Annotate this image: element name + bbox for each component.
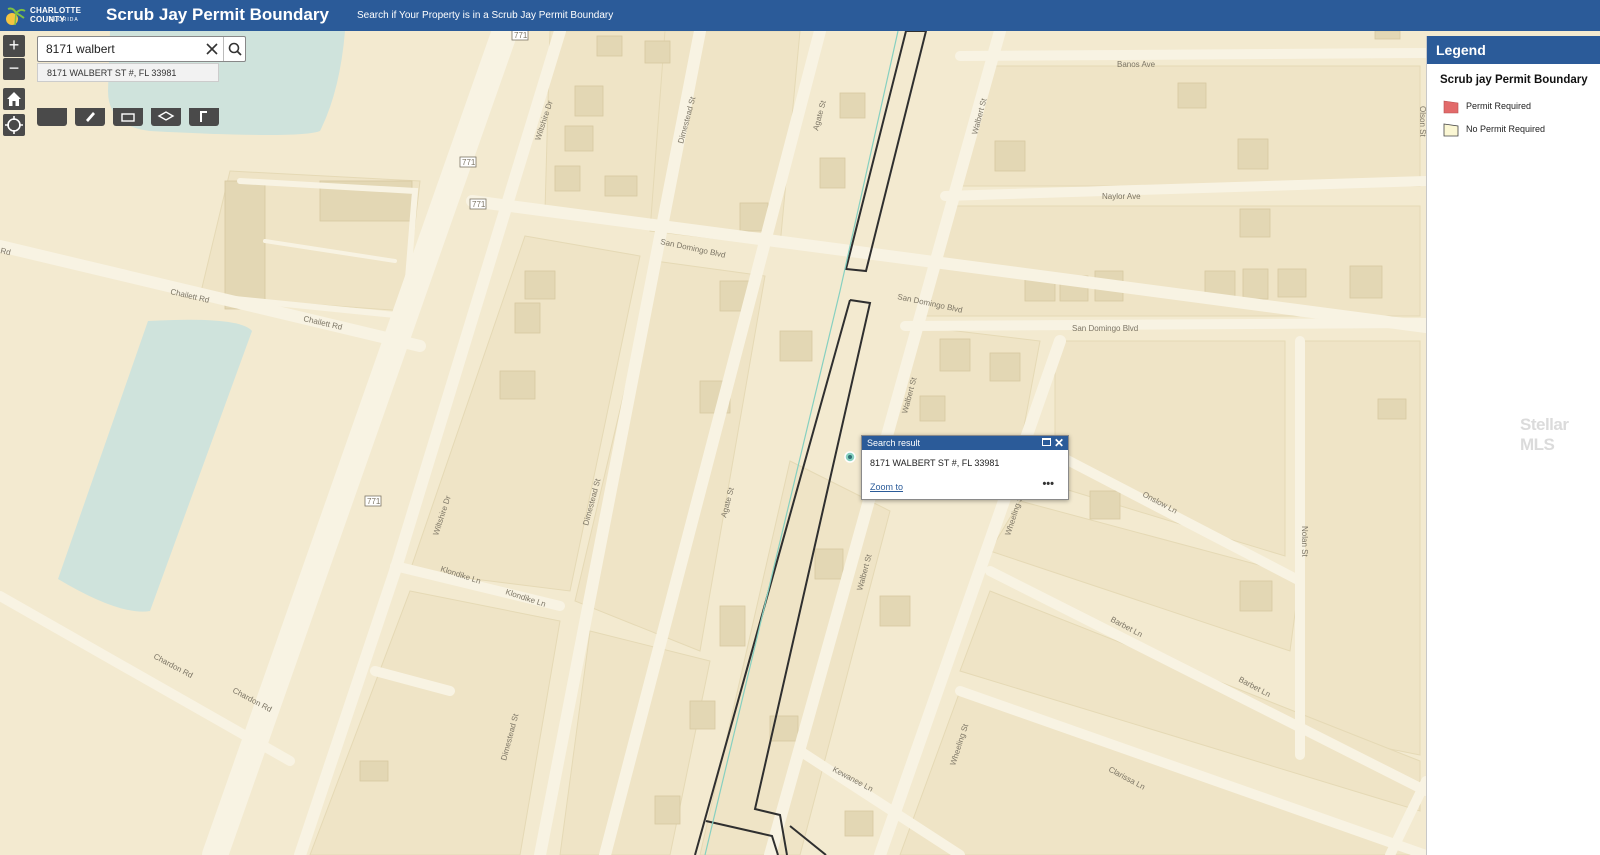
hwy-771-label: 771	[367, 497, 381, 506]
print-icon	[121, 113, 135, 122]
home-button[interactable]	[3, 88, 25, 110]
close-popup-button[interactable]: ✕	[1054, 436, 1064, 450]
locate-button[interactable]	[3, 114, 25, 136]
watermark: Stellar MLS	[1520, 415, 1569, 454]
legend-item-label: No Permit Required	[1466, 124, 1546, 134]
charlotte-county-logo: CHARLOTTE COUNTY FLORIDA	[4, 3, 98, 28]
search-suggestion-item[interactable]: 8171 WALBERT ST #, FL 33981	[37, 63, 219, 82]
zoom-out-button[interactable]: −	[3, 58, 25, 80]
map-view[interactable]: 771 771 771 771 Banos Ave Naylor Ave San…	[0, 31, 1426, 855]
road-label-olson: Olson St	[1418, 106, 1426, 137]
logo-subtext: FLORIDA	[50, 17, 79, 23]
search-result-popup: Search result ✕ 8171 WALBERT ST #, FL 33…	[861, 435, 1069, 500]
basemap[interactable]: 771 771 771 771 Banos Ave Naylor Ave San…	[0, 31, 1426, 855]
zoom-in-button[interactable]: +	[3, 35, 25, 57]
hwy-771-label: 771	[462, 158, 476, 167]
road-label-banos: Banos Ave	[1117, 60, 1156, 69]
measure-icon	[200, 111, 207, 122]
print-tool-button[interactable]	[113, 108, 143, 126]
basemap-tool-button[interactable]	[37, 108, 67, 126]
zoom-to-link[interactable]: Zoom to	[870, 482, 903, 492]
popup-title: Search result	[867, 438, 921, 448]
app-header: CHARLOTTE COUNTY FLORIDA Scrub Jay Permi…	[0, 0, 1600, 31]
layers-icon	[157, 111, 175, 121]
legend-title: Legend	[1427, 36, 1600, 64]
yellow-polygon-swatch-icon	[1443, 123, 1459, 137]
popup-address: 8171 WALBERT ST #, FL 33981	[870, 458, 1000, 468]
sun-palm-icon	[6, 7, 26, 26]
legend-item-label: Permit Required	[1466, 101, 1532, 111]
locate-icon	[5, 116, 23, 134]
maximize-icon[interactable]	[1042, 438, 1051, 446]
legend-layer-title: Scrub jay Permit Boundary	[1440, 74, 1588, 86]
layers-tool-button[interactable]	[151, 108, 181, 126]
road-label-nolan: Nolan St	[1300, 526, 1309, 557]
edit-tool-button[interactable]	[75, 108, 105, 126]
red-polygon-swatch-icon	[1443, 100, 1459, 114]
home-icon	[7, 92, 21, 106]
measure-tool-button[interactable]	[189, 108, 219, 126]
hwy-771-label: 771	[472, 200, 486, 209]
app-subtitle: Search if Your Property is in a Scrub Ja…	[357, 10, 614, 21]
search-widget	[37, 36, 246, 62]
app-title: Scrub Jay Permit Boundary	[106, 5, 329, 24]
clear-search-button[interactable]	[202, 39, 222, 59]
close-icon	[206, 43, 218, 55]
hwy-771-label: 771	[514, 31, 528, 40]
road-label-naylor: Naylor Ave	[1102, 192, 1141, 201]
popup-header: Search result ✕	[862, 436, 1068, 450]
search-button[interactable]	[223, 37, 246, 61]
pencil-icon	[86, 112, 95, 122]
more-actions-button[interactable]: •••	[1042, 478, 1054, 490]
search-input[interactable]	[38, 37, 212, 61]
search-icon	[228, 42, 242, 56]
road-label-san-domingo: San Domingo Blvd	[1072, 324, 1138, 333]
